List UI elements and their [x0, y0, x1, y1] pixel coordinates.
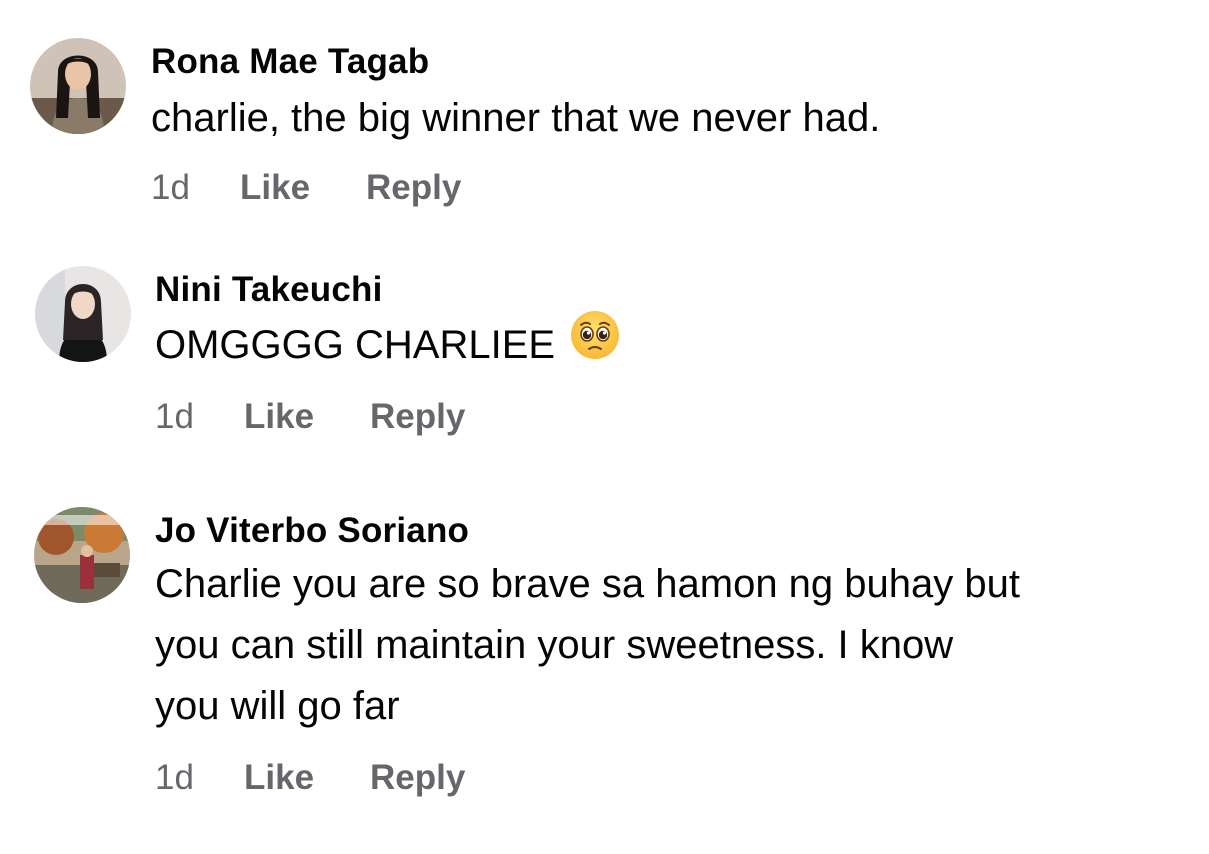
comment-text-line: you can still maintain your sweetness. I… [155, 623, 954, 667]
comment-timestamp[interactable]: 1d [151, 168, 190, 208]
avatar[interactable] [34, 507, 130, 603]
reply-button[interactable]: Reply [370, 397, 465, 437]
reply-button[interactable]: Reply [366, 168, 461, 208]
avatar[interactable] [35, 266, 131, 362]
comment-text-line: OMGGGG CHARLIEE [155, 323, 556, 367]
comment-author[interactable]: Rona Mae Tagab [151, 42, 429, 82]
pleading-face-icon [569, 309, 621, 378]
comment-text-line: you will go far [155, 684, 400, 728]
comment-author[interactable]: Jo Viterbo Soriano [155, 511, 469, 551]
like-button[interactable]: Like [244, 397, 314, 437]
like-button[interactable]: Like [244, 758, 314, 798]
comment-timestamp[interactable]: 1d [155, 758, 194, 798]
like-button[interactable]: Like [240, 168, 310, 208]
reply-button[interactable]: Reply [370, 758, 465, 798]
comment-text: OMGGGG CHARLIEE [155, 310, 621, 378]
comment-author[interactable]: Nini Takeuchi [155, 270, 383, 310]
comment-text: charlie, the big winner that we never ha… [151, 96, 881, 140]
avatar[interactable] [30, 38, 126, 134]
comment-timestamp[interactable]: 1d [155, 397, 194, 437]
comment-text-line: Charlie you are so brave sa hamon ng buh… [155, 562, 1020, 606]
